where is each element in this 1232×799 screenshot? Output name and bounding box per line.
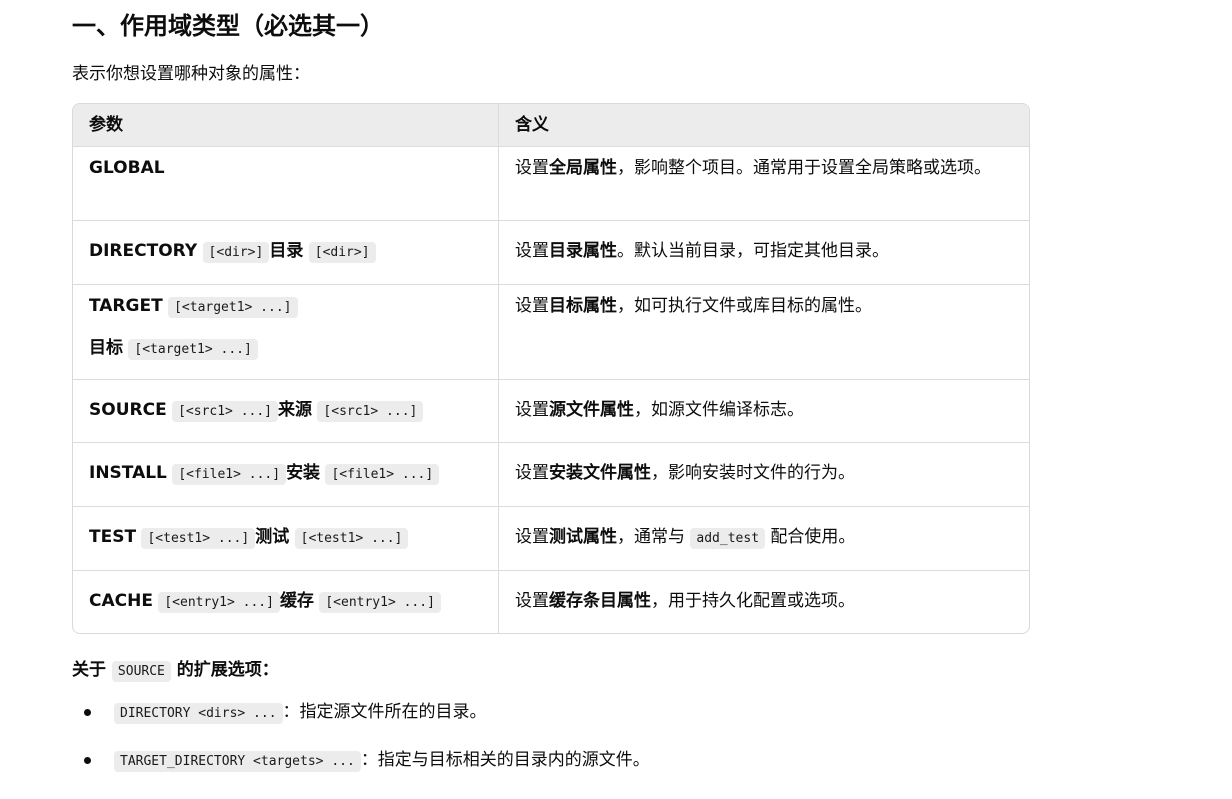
param-label: 安装 [286, 463, 321, 483]
code-snippet: TARGET_DIRECTORY <targets> ... [114, 751, 361, 772]
param-label: 目标 [89, 338, 123, 358]
param-label: 来源 [278, 400, 313, 420]
code-snippet: [<dir>] [308, 242, 376, 263]
param-name: TEST [89, 527, 137, 547]
section-heading: 一、作用域类型（必选其一） [72, 12, 384, 40]
intro-text: 表示你想设置哪种对象的属性： [72, 64, 310, 84]
table-header: 参数 含义 [73, 104, 1029, 146]
param-desc: 设置安装文件属性，影响安装时文件的行为。 [515, 463, 855, 483]
table-row: INSTALL [<file1> ...] 安装 [<file1> ...] 设置… [73, 442, 1029, 506]
list-item: DIRECTORY <dirs> ... ：指定源文件所在的目录。 [72, 697, 650, 745]
code-snippet: SOURCE [111, 661, 171, 682]
param-name: DIRECTORY [89, 241, 198, 261]
code-snippet: [<entry1> ...] [158, 592, 280, 613]
code-snippet: [<test1> ...] [294, 528, 409, 549]
code-snippet: DIRECTORY <dirs> ... [114, 703, 283, 724]
param-label: 目录 [269, 241, 304, 261]
table-row: GLOBAL 设置全局属性，影响整个项目。通常用于设置全局策略或选项。 [73, 146, 1029, 220]
param-name: INSTALL [89, 463, 167, 483]
param-name: SOURCE [89, 400, 167, 420]
code-snippet: [<dir>] [202, 242, 270, 263]
param-label: 测试 [255, 527, 290, 547]
param-label: 缓存 [279, 591, 314, 611]
param-name: CACHE [89, 591, 153, 611]
table-row: TARGET [<target1> ...] 目标 [<target1> ...… [73, 284, 1029, 379]
table-row: TEST [<test1> ...] 测试 [<test1> ...] 设置测试属… [73, 506, 1029, 570]
param-desc: 设置全局属性，影响整个项目。通常用于设置全局策略或选项。 [515, 158, 991, 178]
param-name: TARGET [89, 296, 163, 316]
bullet-icon [84, 757, 91, 764]
code-snippet: [<src1> ...] [317, 401, 424, 422]
header-param: 参数 [73, 104, 499, 146]
code-snippet: [<entry1> ...] [319, 592, 441, 613]
param-desc: 设置缓存条目属性，用于持久化配置或选项。 [515, 591, 855, 611]
list-item: TARGET_DIRECTORY <targets> ... ：指定与目标相关的目… [72, 745, 650, 793]
param-desc: 设置目录属性。默认当前目录，可指定其他目录。 [515, 241, 889, 261]
table-row: CACHE [<entry1> ...] 缓存 [<entry1> ...] 设置… [73, 570, 1029, 633]
code-snippet: [<target1> ...] [168, 297, 298, 318]
code-snippet: add_test [690, 528, 766, 549]
header-meaning: 含义 [515, 115, 549, 135]
code-snippet: [<src1> ...] [172, 401, 279, 422]
source-options-heading: 关于 SOURCE 的扩展选项： [72, 660, 279, 682]
code-snippet: [<target1> ...] [128, 339, 258, 360]
param-desc: 设置目标属性，如可执行文件或库目标的属性。 [515, 296, 872, 316]
code-snippet: [<file1> ...] [325, 464, 440, 485]
scope-table: 参数 含义 GLOBAL 设置全局属性，影响整个项目。通常用于设置全局策略或选项… [72, 103, 1030, 634]
bullet-icon [84, 709, 91, 716]
param-desc: 设置源文件属性，如源文件编译标志。 [515, 400, 804, 420]
code-snippet: [<file1> ...] [172, 464, 287, 485]
options-list: DIRECTORY <dirs> ... ：指定源文件所在的目录。 TARGET_… [72, 697, 650, 793]
table-row: SOURCE [<src1> ...] 来源 [<src1> ...] 设置源文件… [73, 379, 1029, 442]
param-name: GLOBAL [89, 158, 165, 178]
code-snippet: [<test1> ...] [141, 528, 256, 549]
param-desc: 设置测试属性，通常与 add_test 配合使用。 [515, 527, 856, 549]
table-row: DIRECTORY [<dir>] 目录 [<dir>] 设置目录属性。默认当前目… [73, 220, 1029, 284]
